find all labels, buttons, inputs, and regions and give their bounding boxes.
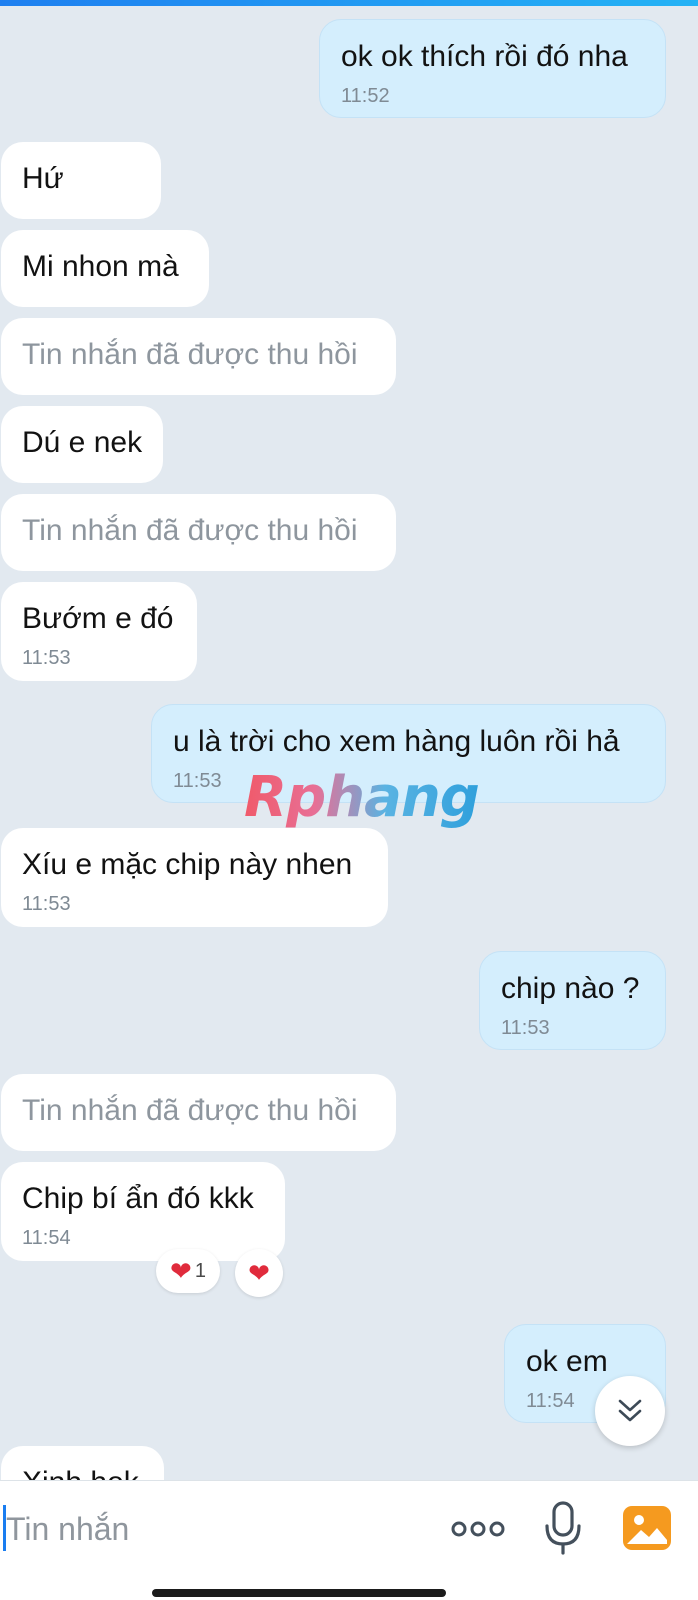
message-text: Chip bí ẩn đó kkk bbox=[22, 1182, 254, 1215]
message-text: ok em bbox=[526, 1345, 608, 1378]
recalled-message-bubble[interactable]: Tin nhắn đã được thu hồi bbox=[1, 1074, 396, 1151]
more-dots-icon[interactable] bbox=[450, 1514, 506, 1544]
message-bubble-incoming[interactable]: Hứ bbox=[1, 142, 161, 219]
message-bubble-incoming[interactable]: Xíu e mặc chip này nhen 11:53 bbox=[1, 828, 388, 927]
recalled-message-text: Tin nhắn đã được thu hồi bbox=[22, 338, 358, 371]
message-input[interactable]: Tin nhắn bbox=[6, 1506, 426, 1552]
microphone-icon[interactable] bbox=[543, 1500, 583, 1556]
double-chevron-down-icon bbox=[618, 1399, 642, 1422]
message-text: chip nào ? bbox=[501, 972, 640, 1005]
message-text: Dú e nek bbox=[22, 426, 143, 459]
message-list[interactable]: ok ok thích rồi đó nha 11:52 Hứ Mi nhon … bbox=[0, 0, 698, 1480]
message-bubble-incoming[interactable]: Dú e nek bbox=[1, 406, 163, 483]
message-bubble-incoming[interactable]: Mi nhon mà bbox=[1, 230, 209, 307]
message-time: 11:54 bbox=[22, 1227, 71, 1249]
home-indicator bbox=[152, 1589, 446, 1597]
message-time: 11:52 bbox=[341, 85, 390, 107]
reaction-count: 1 bbox=[194, 1259, 206, 1282]
message-bubble-incoming[interactable]: Xinh hok bbox=[1, 1446, 164, 1480]
message-bubble-incoming[interactable]: Bướm e đó 11:53 bbox=[1, 582, 197, 681]
watermark-logo: Rphang bbox=[244, 765, 480, 830]
scroll-to-bottom-button[interactable] bbox=[595, 1376, 665, 1446]
heart-icon: ❤ bbox=[248, 1258, 270, 1288]
react-button[interactable]: ❤ bbox=[235, 1249, 283, 1297]
recalled-message-text: Tin nhắn đã được thu hồi bbox=[22, 1094, 358, 1127]
message-text: Bướm e đó bbox=[22, 602, 174, 635]
message-text: Xinh hok bbox=[22, 1465, 143, 1480]
message-bubble-outgoing[interactable]: ok ok thích rồi đó nha 11:52 bbox=[319, 19, 666, 118]
image-gallery-icon[interactable] bbox=[621, 1504, 673, 1552]
message-text: Hứ bbox=[22, 162, 64, 195]
reaction-summary[interactable]: ❤ 1 bbox=[156, 1249, 220, 1293]
heart-icon: ❤ bbox=[170, 1256, 192, 1286]
recalled-message-bubble[interactable]: Tin nhắn đã được thu hồi bbox=[1, 494, 396, 571]
recalled-message-text: Tin nhắn đã được thu hồi bbox=[22, 514, 358, 547]
message-time: 11:53 bbox=[501, 1017, 550, 1039]
message-text: u là trời cho xem hàng luôn rồi hả bbox=[173, 725, 620, 758]
message-time: 11:53 bbox=[22, 647, 71, 669]
recalled-message-bubble[interactable]: Tin nhắn đã được thu hồi bbox=[1, 318, 396, 395]
message-bubble-incoming[interactable]: Chip bí ẩn đó kkk 11:54 bbox=[1, 1162, 285, 1261]
message-text: ok ok thích rồi đó nha bbox=[341, 40, 628, 73]
message-bubble-outgoing[interactable]: chip nào ? 11:53 bbox=[479, 951, 666, 1050]
message-text: Mi nhon mà bbox=[22, 250, 179, 283]
message-text: Xíu e mặc chip này nhen bbox=[22, 848, 353, 881]
message-time: 11:53 bbox=[22, 893, 71, 915]
